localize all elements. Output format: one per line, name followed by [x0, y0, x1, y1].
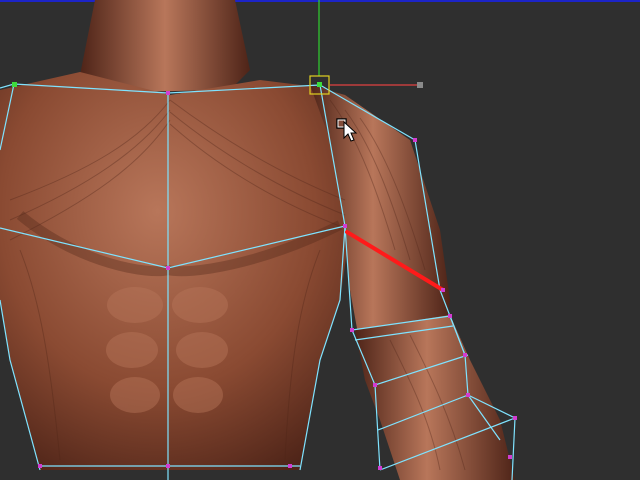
- vertex: [441, 288, 445, 292]
- vertex: [38, 464, 42, 468]
- gizmo-x-handle: [417, 82, 423, 88]
- vertex: [166, 266, 170, 270]
- muscle-model: [0, 0, 515, 480]
- viewport-canvas[interactable]: [0, 0, 640, 480]
- vertex: [343, 224, 347, 228]
- vertex: [373, 383, 377, 387]
- vertex: [350, 328, 354, 332]
- vertex: [378, 466, 382, 470]
- vertex: [288, 464, 292, 468]
- vertex: [463, 353, 467, 357]
- model-neck: [80, 0, 250, 92]
- vertex: [166, 464, 170, 468]
- vertex: [513, 416, 517, 420]
- anchor-vertex: [317, 82, 322, 87]
- vertex: [166, 91, 170, 95]
- vertex: [508, 455, 512, 459]
- anchor-vertex: [12, 82, 17, 87]
- vertex: [466, 393, 470, 397]
- 3d-viewport[interactable]: pointer-move-icon: [0, 0, 640, 480]
- vertex: [413, 138, 417, 142]
- vertex: [448, 314, 452, 318]
- transform-gizmo[interactable]: [309, 0, 423, 95]
